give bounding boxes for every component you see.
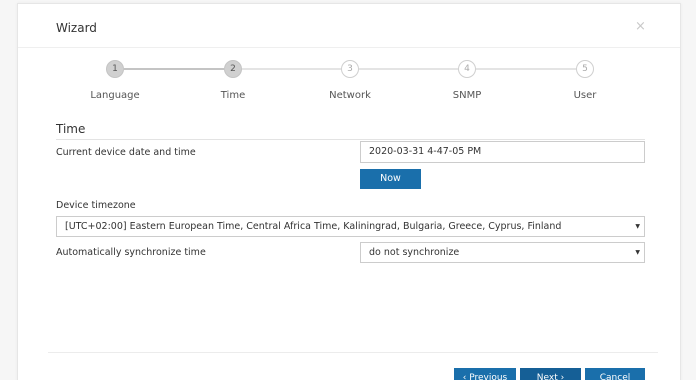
close-icon[interactable]: × <box>635 19 646 34</box>
auto-sync-selected-value: do not synchronize <box>369 247 460 258</box>
timezone-selected-value: [UTC+02:00] Eastern European Time, Centr… <box>65 221 562 232</box>
section-divider <box>56 139 645 140</box>
step-connector-1-2 <box>124 68 224 70</box>
footer-divider <box>48 352 658 353</box>
step-time-label: Time <box>220 90 246 101</box>
auto-sync-label: Automatically synchronize time <box>56 247 206 258</box>
step-language-circle[interactable]: 1 <box>106 60 124 78</box>
page-background: Wizard × 1 2 3 4 5 Language Time Network… <box>0 0 696 380</box>
step-network-circle[interactable]: 3 <box>341 60 359 78</box>
step-connector-2-3 <box>242 68 341 70</box>
timezone-select[interactable]: [UTC+02:00] Eastern European Time, Centr… <box>56 216 645 237</box>
now-button[interactable]: Now <box>360 169 421 189</box>
next-button[interactable]: Next › <box>520 368 581 380</box>
cancel-button[interactable]: Cancel <box>585 368 645 380</box>
step-language-label: Language <box>90 90 140 101</box>
chevron-down-icon: ▼ <box>635 249 640 256</box>
chevron-down-icon: ▼ <box>635 223 640 230</box>
step-connector-3-4 <box>359 68 458 70</box>
wizard-dialog: Wizard × 1 2 3 4 5 Language Time Network… <box>17 3 681 380</box>
current-datetime-field[interactable]: 2020-03-31 4-47-05 PM <box>360 141 645 163</box>
step-snmp-label: SNMP <box>452 90 482 101</box>
step-snmp-circle[interactable]: 4 <box>458 60 476 78</box>
current-datetime-label: Current device date and time <box>56 147 196 158</box>
step-user-label: User <box>573 90 597 101</box>
section-title-time: Time <box>56 122 86 136</box>
step-network-label: Network <box>329 90 371 101</box>
header-divider <box>18 47 680 48</box>
dialog-title: Wizard <box>56 21 97 35</box>
auto-sync-select[interactable]: do not synchronize ▼ <box>360 242 645 263</box>
step-time-circle[interactable]: 2 <box>224 60 242 78</box>
timezone-label: Device timezone <box>56 200 136 211</box>
previous-button[interactable]: ‹ Previous <box>454 368 516 380</box>
step-connector-4-5 <box>476 68 576 70</box>
step-user-circle[interactable]: 5 <box>576 60 594 78</box>
